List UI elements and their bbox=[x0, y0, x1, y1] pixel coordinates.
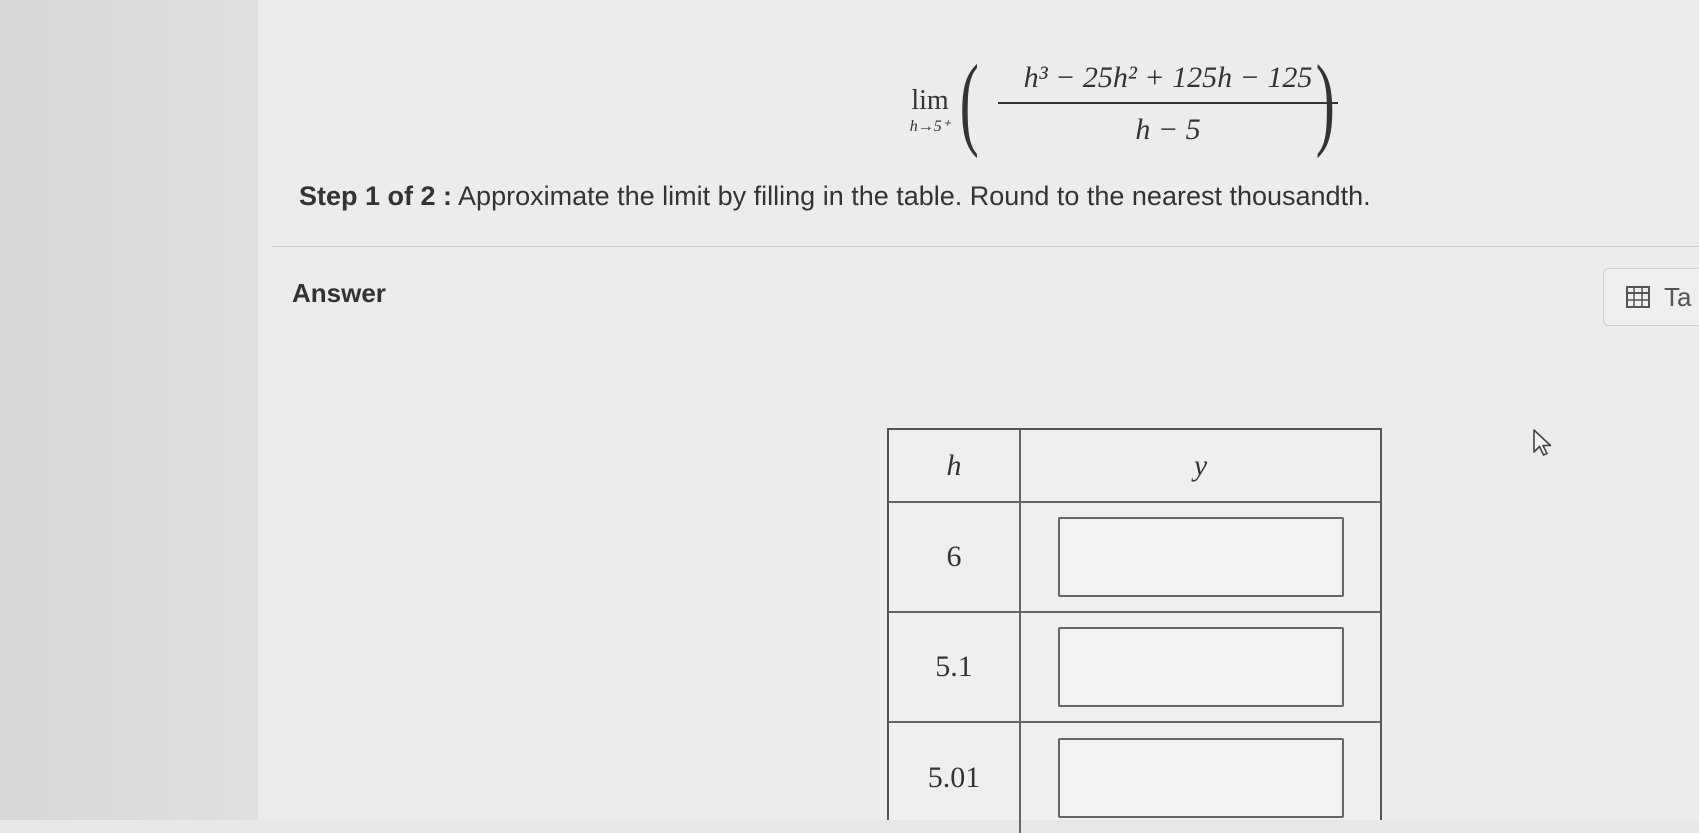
h-value: 5.1 bbox=[935, 650, 973, 683]
fraction-numerator: h³ − 25h² + 125h − 125 bbox=[1023, 61, 1313, 94]
left-margin bbox=[0, 0, 258, 820]
fraction-denominator: h − 5 bbox=[1135, 113, 1201, 146]
step-instruction: Step 1 of 2 : Approximate the limit by f… bbox=[299, 181, 1371, 212]
step-label: Step 1 of 2 : bbox=[299, 181, 453, 211]
y-cell bbox=[1021, 613, 1380, 721]
table-icon bbox=[1626, 286, 1650, 308]
lim-word: lim bbox=[911, 85, 949, 116]
y-input-row-2[interactable] bbox=[1057, 627, 1344, 707]
h-value: 6 bbox=[946, 540, 962, 573]
answer-table: h y 6 5.1 5.01 bbox=[887, 428, 1382, 833]
y-cell bbox=[1021, 723, 1380, 833]
header-y: y bbox=[1193, 448, 1208, 482]
y-input-row-3[interactable] bbox=[1057, 738, 1344, 818]
y-input-row-1[interactable] bbox=[1057, 517, 1344, 597]
table-row: 5.01 bbox=[889, 723, 1380, 833]
mouse-cursor-icon bbox=[1533, 429, 1552, 456]
header-h: h bbox=[946, 448, 962, 482]
table-header-row: h y bbox=[889, 430, 1380, 503]
lim-subscript: h→5⁺ bbox=[909, 118, 951, 135]
table-row: 5.1 bbox=[889, 613, 1380, 723]
left-parenthesis: ( bbox=[959, 44, 979, 159]
table-button[interactable]: Ta bbox=[1603, 268, 1699, 326]
right-parenthesis: ) bbox=[1315, 44, 1335, 159]
step-text: Approximate the limit by filling in the … bbox=[458, 181, 1371, 211]
y-cell bbox=[1021, 503, 1380, 611]
limit-operator: lim h→5⁺ bbox=[900, 86, 960, 136]
section-divider bbox=[272, 246, 1699, 247]
table-button-label: Ta bbox=[1664, 281, 1692, 312]
fraction: h³ − 25h² + 125h − 125 h − 5 bbox=[998, 58, 1338, 150]
fraction-bar bbox=[998, 102, 1338, 104]
table-row: 6 bbox=[889, 503, 1380, 613]
h-value: 5.01 bbox=[927, 761, 981, 794]
answer-label: Answer bbox=[292, 278, 386, 308]
limit-expression: lim h→5⁺ ( h³ − 25h² + 125h − 125 h − 5 … bbox=[900, 44, 1340, 159]
